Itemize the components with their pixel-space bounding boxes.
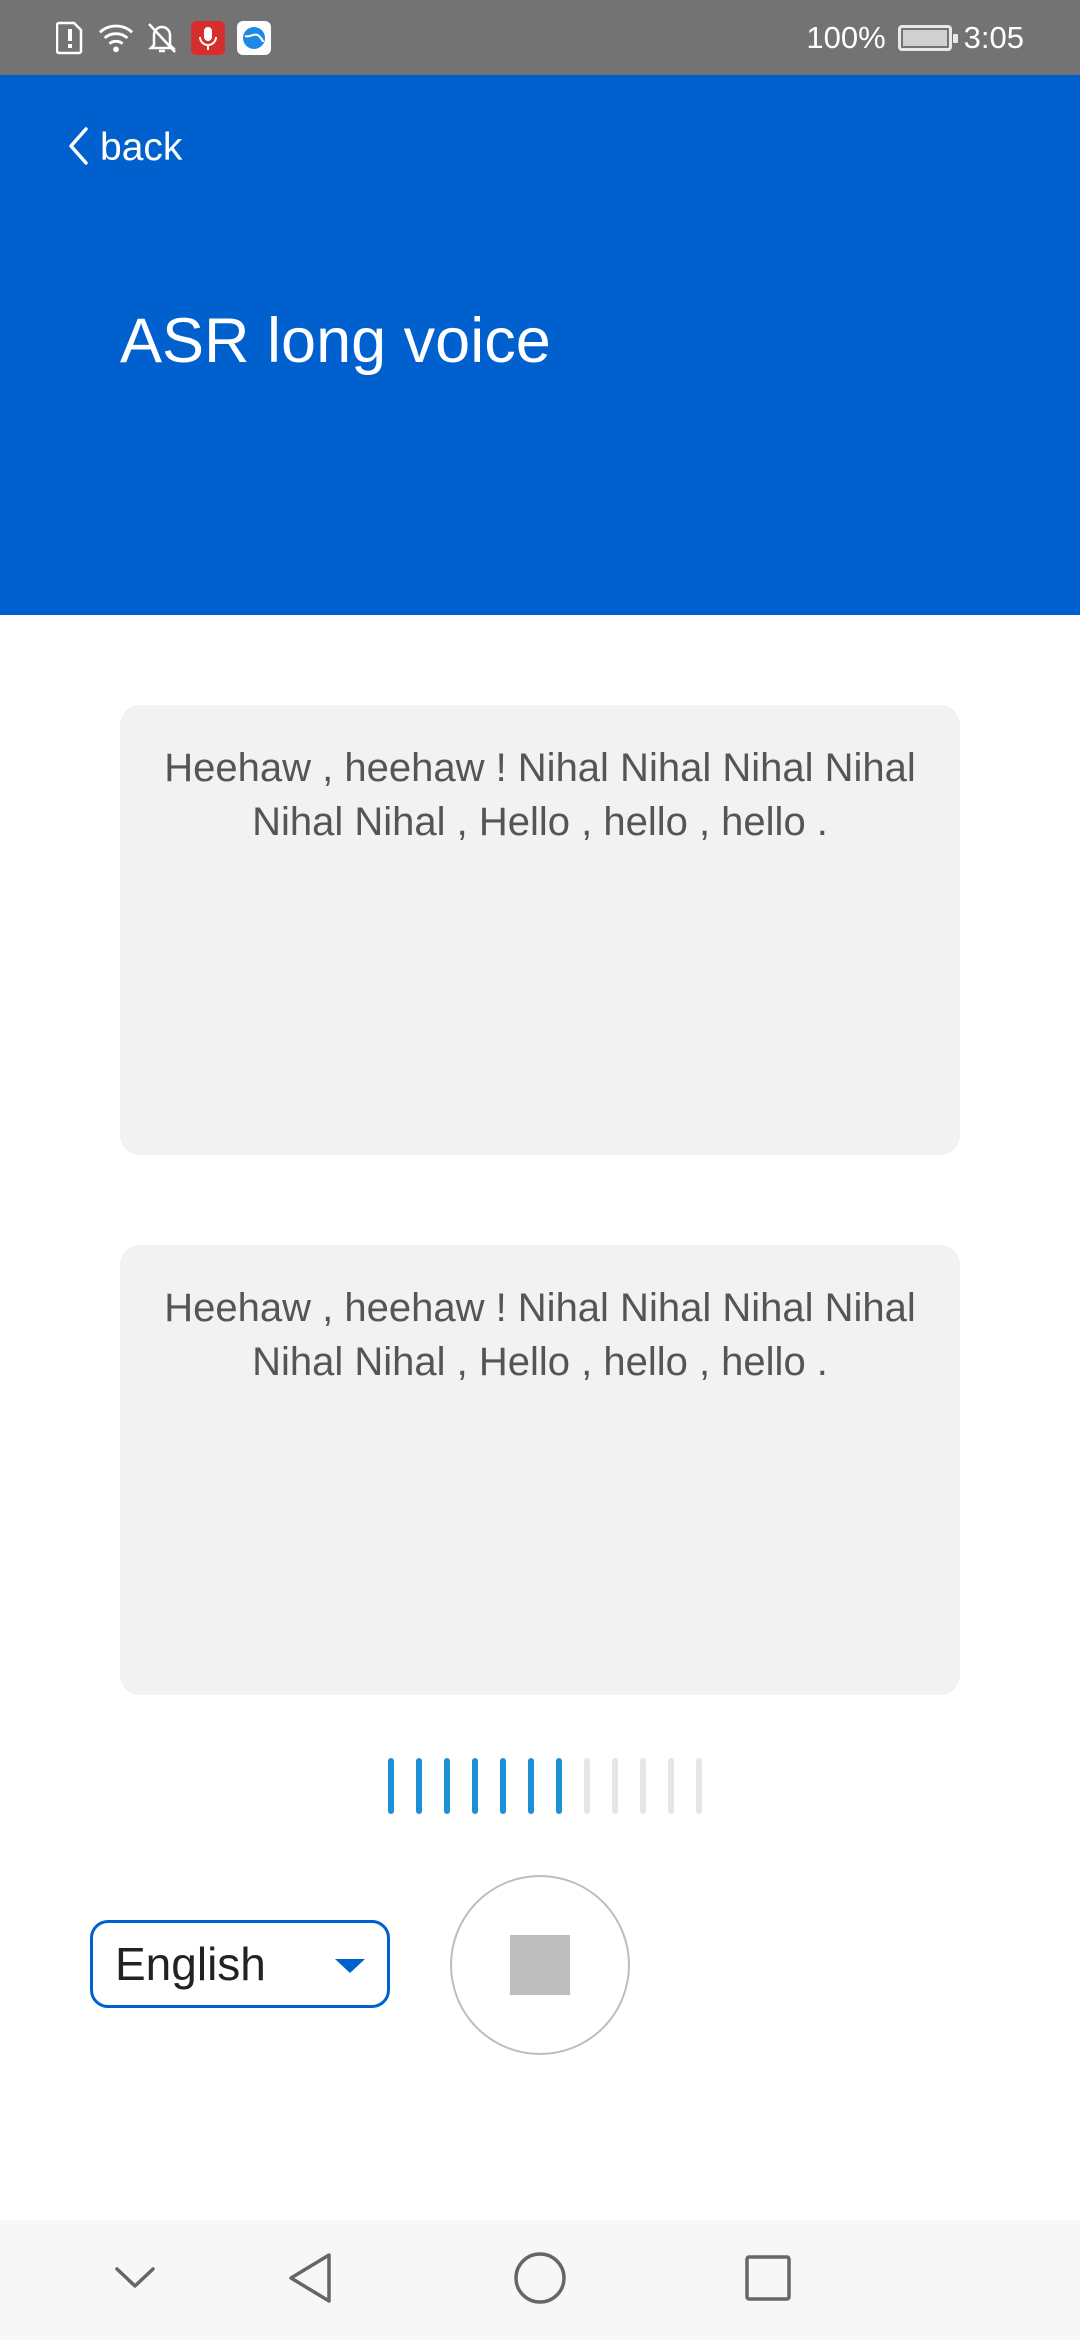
page-title: ASR long voice	[120, 306, 551, 376]
microphone-icon	[190, 20, 226, 56]
nav-collapse-button[interactable]	[75, 2220, 195, 2340]
voice-level-bar	[388, 1758, 394, 1814]
back-triangle-icon	[285, 2251, 335, 2310]
stop-icon	[510, 1935, 570, 1995]
battery-icon	[897, 24, 958, 51]
clock: 3:05	[963, 19, 1024, 55]
recognition-text-panel-secondary: Heehaw , heehaw ! Nihal Nihal Nihal Niha…	[120, 1245, 960, 1695]
status-icons	[52, 17, 272, 59]
stop-recording-button[interactable]	[450, 1875, 630, 2055]
back-label: back	[100, 126, 183, 169]
status-right: 100% 3:05	[806, 0, 1024, 75]
voice-level-bar	[528, 1758, 534, 1814]
voice-level-bar	[696, 1758, 702, 1814]
alert-icon	[52, 20, 88, 56]
recents-square-icon	[743, 2253, 793, 2308]
voice-level-bar	[640, 1758, 646, 1814]
voice-level-bar	[612, 1758, 618, 1814]
wifi-icon	[98, 20, 134, 56]
voice-level-bar	[472, 1758, 478, 1814]
home-circle-icon	[512, 2250, 568, 2311]
chevron-down-icon	[113, 2265, 157, 2296]
status-bar: 100% 3:05	[0, 0, 1080, 75]
voice-level-bar	[500, 1758, 506, 1814]
bell-off-icon	[144, 20, 180, 56]
app-globe-icon	[236, 20, 272, 56]
chevron-left-icon	[66, 126, 90, 171]
voice-level-bar	[556, 1758, 562, 1814]
voice-level-bar	[668, 1758, 674, 1814]
nav-recents-button[interactable]	[708, 2220, 828, 2340]
header: back ASR long voice	[0, 75, 1080, 615]
voice-level-bar	[416, 1758, 422, 1814]
language-select-value: English	[115, 1938, 266, 1990]
battery-percent: 100%	[806, 19, 886, 55]
caret-down-icon	[333, 1957, 367, 1980]
voice-level-bar	[584, 1758, 590, 1814]
nav-home-button[interactable]	[480, 2220, 600, 2340]
language-select[interactable]: English	[90, 1920, 390, 2008]
back-button[interactable]: back	[66, 120, 182, 176]
voice-level-meter	[388, 1758, 702, 1814]
recognition-text-panel: Heehaw , heehaw ! Nihal Nihal Nihal Niha…	[120, 705, 960, 1155]
nav-back-button[interactable]	[250, 2220, 370, 2340]
voice-level-bar	[444, 1758, 450, 1814]
navigation-bar	[0, 2220, 1080, 2340]
